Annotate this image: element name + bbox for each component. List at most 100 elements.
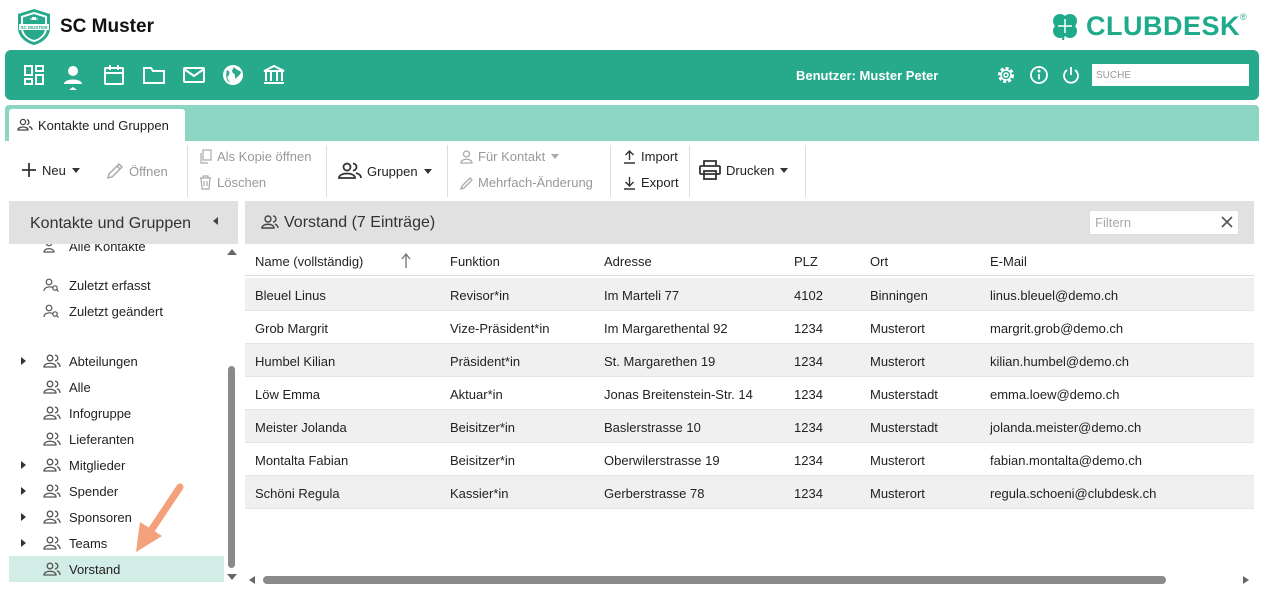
- filter-input[interactable]: [1089, 210, 1239, 235]
- cell-zip: 1234: [794, 486, 823, 501]
- chevron-down-icon: [780, 167, 789, 173]
- scroll-left-icon[interactable]: [249, 576, 255, 584]
- sidebar-item-label: Abteilungen: [69, 353, 138, 369]
- table-row[interactable]: Bleuel Linus Revisor*in Im Marteli 77 4102 B…: [245, 278, 1254, 311]
- multi-edit-label: Mehrfach-Änderung: [478, 175, 593, 190]
- column-header-zip[interactable]: PLZ: [794, 254, 818, 269]
- badge-text: SC MUSTER: [20, 25, 48, 30]
- export-button[interactable]: Export: [623, 175, 679, 190]
- sidebar-item-abteilungen[interactable]: Abteilungen: [9, 348, 224, 374]
- toolbar-divider: [187, 145, 188, 197]
- open-as-copy-button[interactable]: Als Kopie öffnen: [199, 149, 311, 164]
- gear-icon[interactable]: [996, 65, 1016, 85]
- expand-arrow-icon[interactable]: [21, 357, 26, 365]
- cell-city: Musterstadt: [870, 420, 938, 435]
- group-icon: [43, 380, 61, 394]
- groups-button[interactable]: Gruppen: [338, 162, 432, 180]
- sidebar-item-sponsoren[interactable]: Sponsoren: [9, 504, 224, 530]
- group-icon: [43, 354, 61, 368]
- table-row[interactable]: Humbel Kilian Präsident*in St. Margarethen…: [245, 344, 1254, 377]
- import-button[interactable]: Import: [623, 149, 678, 164]
- table-row[interactable]: Meister Jolanda Beisitzer*in Baslerstrasse…: [245, 410, 1254, 443]
- expand-arrow-icon[interactable]: [21, 461, 26, 469]
- sort-ascending-icon[interactable]: [401, 253, 411, 269]
- cell-function: Präsident*in: [450, 354, 521, 369]
- new-button[interactable]: Neu: [21, 162, 80, 178]
- sidebar-item-vorstand[interactable]: Vorstand: [9, 556, 224, 582]
- cell-zip: 1234: [794, 321, 823, 336]
- dashboard-icon[interactable]: [23, 64, 45, 86]
- sidebar-item-zuletzt-erfasst[interactable]: Zuletzt erfasst: [9, 272, 224, 298]
- sidebar-item-alle-kontakte[interactable]: Alle Kontakte: [9, 244, 224, 259]
- cell-address: Oberwilerstrasse 19: [604, 453, 720, 468]
- group-icon: [43, 432, 61, 446]
- sidebar-item-lieferanten[interactable]: Lieferanten: [9, 426, 224, 452]
- upload-icon: [624, 149, 635, 164]
- open-button[interactable]: Öffnen: [106, 162, 168, 180]
- collapse-sidebar-icon[interactable]: [213, 217, 218, 225]
- sidebar-item-label: Spender: [69, 483, 119, 499]
- scroll-right-icon[interactable]: [1243, 576, 1249, 584]
- expand-arrow-icon[interactable]: [21, 539, 26, 547]
- cell-address: St. Margarethen 19: [604, 354, 716, 369]
- expand-arrow-icon[interactable]: [21, 513, 26, 521]
- contacts-icon[interactable]: [62, 64, 84, 90]
- brand-name: CLUBDESK: [1086, 10, 1241, 41]
- tab-contacts-and-groups[interactable]: Kontakte und Gruppen: [9, 109, 185, 141]
- group-icon: [43, 536, 61, 550]
- column-header-name[interactable]: Name (vollständig): [255, 254, 363, 269]
- sidebar-item-spender[interactable]: Spender: [9, 478, 224, 504]
- globe-icon[interactable]: [222, 64, 244, 86]
- cell-email: jolanda.meister@demo.ch: [990, 420, 1142, 435]
- for-contact-button[interactable]: Für Kontakt: [460, 149, 560, 164]
- sidebar-item-label: Alle: [69, 379, 91, 395]
- expand-arrow-icon[interactable]: [21, 487, 26, 495]
- printer-icon: [699, 160, 721, 180]
- print-label: Drucken: [726, 162, 775, 178]
- sidebar-item-label: Zuletzt erfasst: [69, 277, 151, 293]
- column-header-city[interactable]: Ort: [870, 254, 888, 269]
- sidebar-item-infogruppe[interactable]: Infogruppe: [9, 400, 224, 426]
- club-name: SC Muster: [60, 16, 154, 37]
- multi-edit-button[interactable]: Mehrfach-Änderung: [460, 175, 593, 190]
- calendar-icon[interactable]: [103, 64, 125, 86]
- annotation-arrow: [128, 480, 188, 555]
- cell-email: fabian.montalta@demo.ch: [990, 453, 1142, 468]
- table-row[interactable]: Montalta Fabian Beisitzer*in Oberwilerstra…: [245, 443, 1254, 476]
- cell-address: Jonas Breitenstein-Str. 14: [604, 387, 753, 402]
- cell-email: linus.bleuel@demo.ch: [990, 288, 1119, 303]
- sidebar-title: Kontakte und Gruppen: [30, 215, 192, 232]
- contact-list-icon: [43, 244, 55, 253]
- search-input[interactable]: [1092, 64, 1249, 86]
- mail-icon[interactable]: [182, 64, 205, 86]
- info-icon[interactable]: [1029, 65, 1049, 85]
- horizontal-scroll-thumb[interactable]: [263, 576, 1166, 584]
- scroll-up-icon[interactable]: [227, 249, 237, 255]
- column-header-email[interactable]: E-Mail: [990, 254, 1027, 269]
- bank-icon[interactable]: [262, 64, 285, 86]
- cell-zip: 4102: [794, 288, 823, 303]
- sidebar-item-label: Infogruppe: [69, 405, 132, 421]
- folder-icon[interactable]: [142, 64, 165, 86]
- clear-filter-icon[interactable]: [1221, 216, 1233, 228]
- print-button[interactable]: Drucken: [699, 160, 789, 180]
- group-icon: [17, 118, 33, 131]
- column-header-function[interactable]: Funktion: [450, 254, 500, 269]
- sidebar-item-teams[interactable]: Teams: [9, 530, 224, 556]
- table-row[interactable]: Grob Margrit Vize-Präsident*in Im Margaret…: [245, 311, 1254, 344]
- table-row[interactable]: Löw Emma Aktuar*in Jonas Breitenstein-Str.…: [245, 377, 1254, 410]
- table-row[interactable]: Schöni Regula Kassier*in Gerberstrasse 78 1…: [245, 476, 1254, 509]
- column-header-address[interactable]: Adresse: [604, 254, 652, 269]
- scroll-down-icon[interactable]: [227, 574, 237, 580]
- list-header: Vorstand (7 Einträge): [245, 201, 1254, 244]
- sidebar-item-alle[interactable]: Alle: [9, 374, 224, 400]
- chevron-down-icon: [551, 154, 560, 159]
- sidebar-item-mitglieder[interactable]: Mitglieder: [9, 452, 224, 478]
- sidebar-scroll-thumb[interactable]: [228, 366, 235, 568]
- power-icon[interactable]: [1061, 65, 1081, 85]
- sidebar-tree: Alle Kontakte Zuletzt erfasst Zuletzt geän…: [9, 244, 225, 584]
- group-icon: [261, 215, 279, 230]
- group-icon: [43, 510, 61, 524]
- sidebar-item-zuletzt-ge-ndert[interactable]: Zuletzt geändert: [9, 298, 224, 324]
- delete-button[interactable]: Löschen: [199, 175, 266, 190]
